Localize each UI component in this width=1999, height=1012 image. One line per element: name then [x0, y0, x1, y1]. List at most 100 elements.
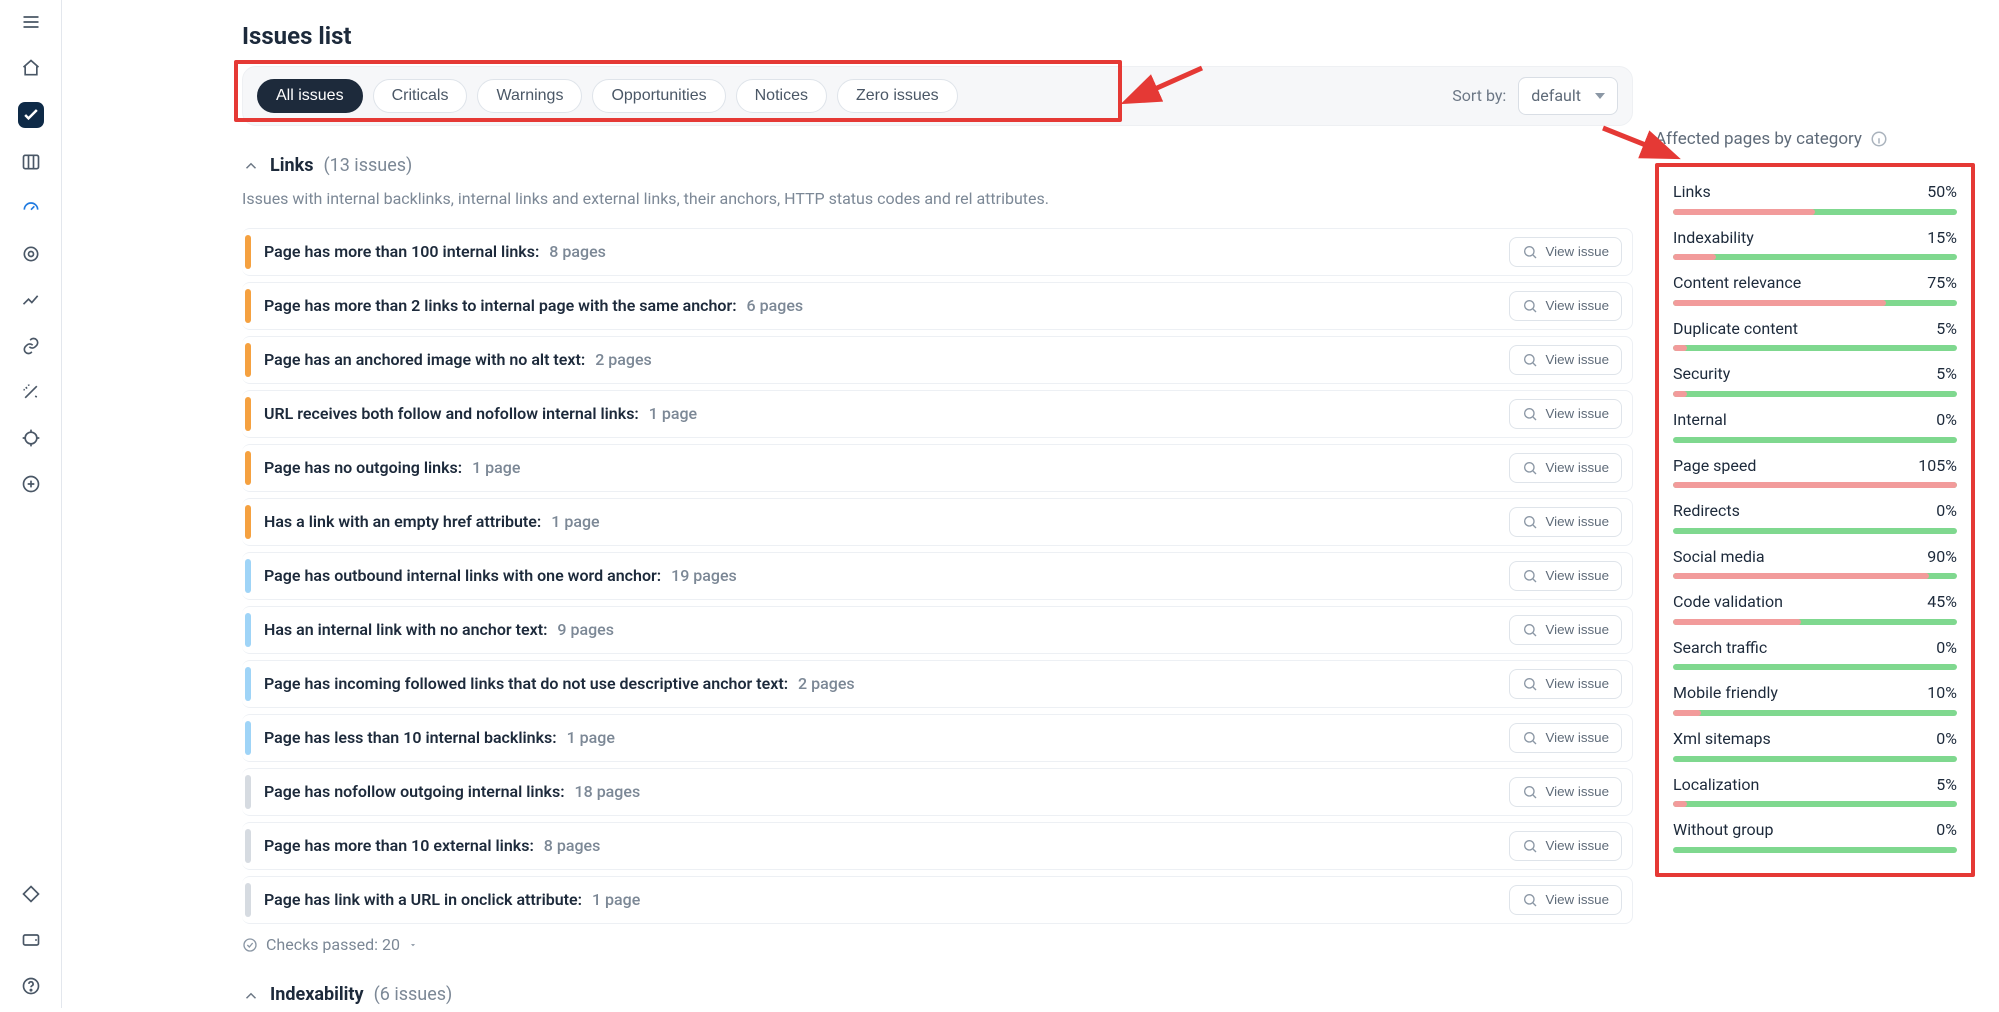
issue-row: URL receives both follow and nofollow in…: [242, 390, 1633, 438]
category-percent: 90%: [1927, 546, 1957, 568]
issue-row: Page has nofollow outgoing internal link…: [242, 768, 1633, 816]
issue-label: Page has link with a URL in onclick attr…: [242, 889, 640, 911]
category-row[interactable]: Xml sitemaps0%: [1673, 728, 1957, 762]
section-links-header[interactable]: Links (13 issues): [242, 154, 1633, 178]
category-percent: 5%: [1936, 774, 1957, 796]
category-percent: 0%: [1936, 500, 1957, 522]
category-percent: 10%: [1927, 682, 1957, 704]
view-issue-button[interactable]: View issue: [1509, 777, 1622, 807]
filter-pill-warnings[interactable]: Warnings: [477, 79, 582, 113]
view-issue-button[interactable]: View issue: [1509, 507, 1622, 537]
check-app-icon[interactable]: [18, 102, 44, 128]
section-indexability-header[interactable]: Indexability (6 issues): [242, 983, 1633, 1007]
issue-label: Page has more than 10 external links: 8 …: [242, 835, 600, 857]
sort-select[interactable]: default: [1518, 77, 1618, 115]
category-percent: 0%: [1936, 728, 1957, 750]
home-icon[interactable]: [19, 56, 43, 80]
category-name: Duplicate content: [1673, 318, 1798, 340]
issue-label: URL receives both follow and nofollow in…: [242, 403, 697, 425]
issue-label: Page has nofollow outgoing internal link…: [242, 781, 640, 803]
section-links-title: Links: [270, 154, 313, 178]
issue-row: Has a link with an empty href attribute:…: [242, 498, 1633, 546]
category-row[interactable]: Redirects 0%: [1673, 500, 1957, 534]
page-title: Issues list: [242, 20, 1633, 52]
link-icon[interactable]: [19, 334, 43, 358]
wand-icon[interactable]: [19, 380, 43, 404]
issue-row: Page has more than 100 internal links: 8…: [242, 228, 1633, 276]
issue-label: Page has outbound internal links with on…: [242, 565, 737, 587]
category-percent: 45%: [1927, 591, 1957, 613]
issue-row: Page has outbound internal links with on…: [242, 552, 1633, 600]
columns-icon[interactable]: [19, 150, 43, 174]
sidebar: [0, 0, 62, 1008]
diamond-icon[interactable]: [19, 882, 43, 906]
view-issue-button[interactable]: View issue: [1509, 561, 1622, 591]
filter-pill-all-issues[interactable]: All issues: [257, 79, 363, 113]
view-issue-button[interactable]: View issue: [1509, 345, 1622, 375]
checks-passed[interactable]: Checks passed: 20: [242, 934, 1633, 956]
view-issue-button[interactable]: View issue: [1509, 291, 1622, 321]
category-bar: [1673, 391, 1957, 397]
issue-row: Page has more than 10 external links: 8 …: [242, 822, 1633, 870]
menu-icon[interactable]: [19, 10, 43, 34]
view-issue-button[interactable]: View issue: [1509, 615, 1622, 645]
category-percent: 75%: [1927, 272, 1957, 294]
issue-pages: 8 pages: [540, 836, 601, 855]
category-name: Links: [1673, 181, 1711, 203]
view-issue-button[interactable]: View issue: [1509, 399, 1622, 429]
filter-pill-criticals[interactable]: Criticals: [373, 79, 468, 113]
category-row[interactable]: Localization5%: [1673, 774, 1957, 808]
sort-label: Sort by:: [1452, 85, 1506, 107]
category-name: Redirects: [1673, 500, 1740, 522]
category-bar: [1673, 573, 1957, 579]
category-bar: [1673, 847, 1957, 853]
view-issue-button[interactable]: View issue: [1509, 453, 1622, 483]
wallet-icon[interactable]: [19, 928, 43, 952]
sort-select-value: default: [1531, 86, 1581, 105]
category-row[interactable]: Without group0%: [1673, 819, 1957, 853]
category-row[interactable]: Social media90%: [1673, 546, 1957, 580]
view-issue-button[interactable]: View issue: [1509, 237, 1622, 267]
categories-title: Affected pages by category: [1655, 128, 1862, 151]
view-issue-button[interactable]: View issue: [1509, 831, 1622, 861]
info-icon[interactable]: [1870, 130, 1888, 148]
gauge-icon[interactable]: [19, 196, 43, 220]
category-bar: [1673, 710, 1957, 716]
category-row[interactable]: Mobile friendly 10%: [1673, 682, 1957, 716]
category-row[interactable]: Internal0%: [1673, 409, 1957, 443]
view-issue-button[interactable]: View issue: [1509, 885, 1622, 915]
view-issue-button[interactable]: View issue: [1509, 669, 1622, 699]
category-row[interactable]: Page speed105%: [1673, 455, 1957, 489]
category-row[interactable]: Search traffic0%: [1673, 637, 1957, 671]
target-icon[interactable]: [19, 242, 43, 266]
help-icon[interactable]: [19, 974, 43, 998]
category-name: Security: [1673, 363, 1730, 385]
filter-pill-opportunities[interactable]: Opportunities: [592, 79, 725, 113]
filter-pill-notices[interactable]: Notices: [736, 79, 827, 113]
category-percent: 50%: [1927, 181, 1957, 203]
view-issue-button[interactable]: View issue: [1509, 723, 1622, 753]
category-row[interactable]: Duplicate content5%: [1673, 318, 1957, 352]
issue-row: Page has link with a URL in onclick attr…: [242, 876, 1633, 924]
category-percent: 0%: [1936, 409, 1957, 431]
filter-pill-zero-issues[interactable]: Zero issues: [837, 79, 958, 113]
crosshair-icon[interactable]: [19, 426, 43, 450]
category-row[interactable]: Security5%: [1673, 363, 1957, 397]
category-row[interactable]: Links 50%: [1673, 181, 1957, 215]
category-row[interactable]: Content relevance 75%: [1673, 272, 1957, 306]
category-row[interactable]: Indexability15%: [1673, 227, 1957, 261]
issue-label: Page has more than 2 links to internal p…: [242, 295, 803, 317]
filter-bar: All issues Criticals Warnings Opportunities…: [242, 66, 1633, 126]
add-icon[interactable]: [19, 472, 43, 496]
category-bar: [1673, 345, 1957, 351]
trend-icon[interactable]: [19, 288, 43, 312]
category-name: Mobile friendly: [1673, 682, 1778, 704]
issue-pages: 9 pages: [553, 620, 614, 639]
category-bar: [1673, 619, 1957, 625]
category-name: Content relevance: [1673, 272, 1801, 294]
issue-label: Page has more than 100 internal links: 8…: [242, 241, 606, 263]
category-bar: [1673, 437, 1957, 443]
category-bar: [1673, 528, 1957, 534]
category-row[interactable]: Code validation45%: [1673, 591, 1957, 625]
issue-label: Page has incoming followed links that do…: [242, 673, 855, 695]
